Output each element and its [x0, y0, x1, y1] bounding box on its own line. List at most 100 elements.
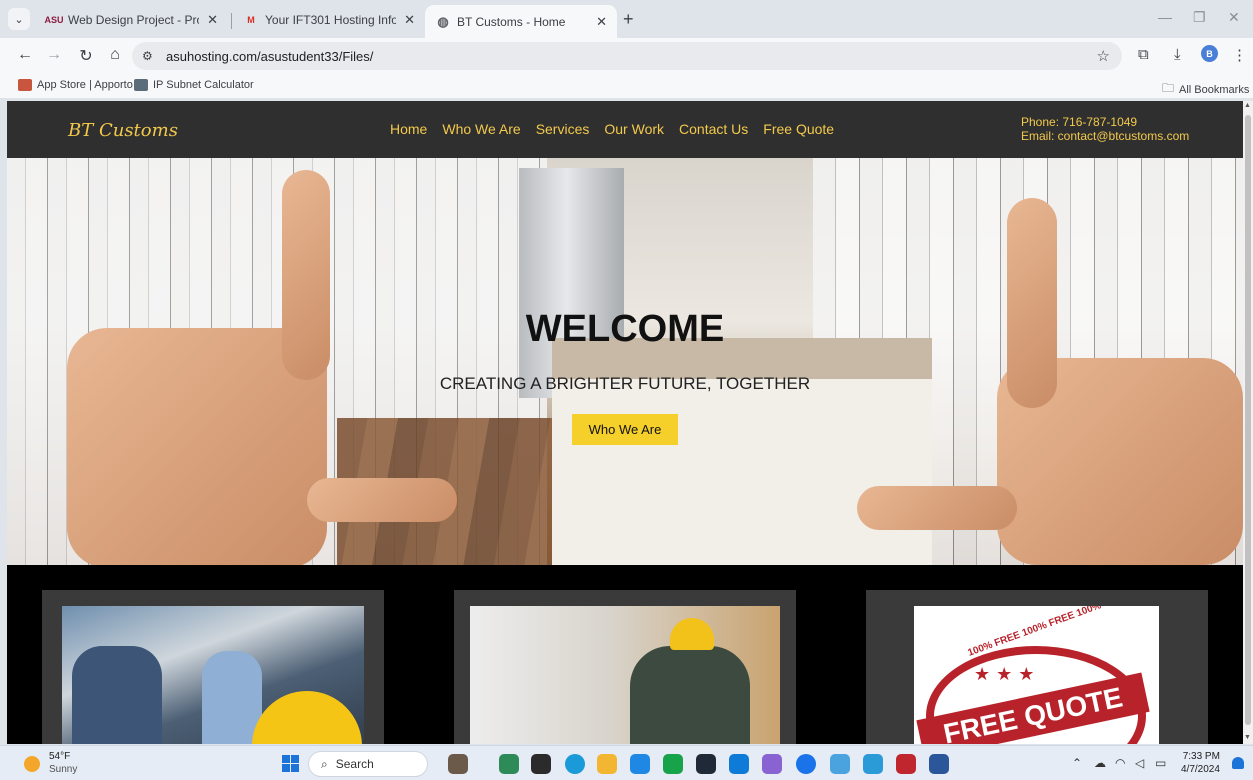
vmware-icon[interactable]: [696, 754, 716, 774]
all-bookmarks-button[interactable]: 🗀 All Bookmarks: [1162, 79, 1249, 100]
stamp-stars-icon: ★★★: [974, 664, 1041, 684]
minimize-icon[interactable]: —: [1158, 9, 1172, 25]
folder-icon: 🗀: [1162, 81, 1175, 95]
contact-info: Phone: 716-787-1049 Email: contact@btcus…: [1021, 115, 1189, 143]
profile-avatar[interactable]: B: [1201, 45, 1218, 62]
notification-bell-icon[interactable]: [1232, 757, 1244, 769]
app-icon-green[interactable]: [663, 754, 683, 774]
search-label: Search: [335, 757, 374, 771]
task-view-icon[interactable]: [531, 754, 551, 774]
edge-icon[interactable]: [565, 754, 585, 774]
scroll-up-icon[interactable]: ▲: [1244, 102, 1251, 109]
forward-arrow-icon[interactable]: →: [43, 46, 65, 64]
taskbar-search[interactable]: ⌕ Search: [308, 751, 428, 777]
scroll-thumb[interactable]: [1245, 115, 1251, 725]
nav-contact-us[interactable]: Contact Us: [679, 121, 748, 137]
page-scrollbar[interactable]: ▲ ▼: [1243, 101, 1253, 744]
contractor-handshake-image: [62, 606, 364, 744]
asu-favicon-icon: ASU: [44, 15, 64, 25]
hero-subtitle: CREATING A BRIGHTER FUTURE, TOGETHER: [439, 374, 811, 393]
bookmark-app-store[interactable]: App Store | Apporto: [18, 79, 133, 91]
who-we-are-button[interactable]: Who We Are: [572, 414, 678, 445]
calculator-icon: [134, 79, 148, 91]
nav-home[interactable]: Home: [390, 121, 427, 137]
volume-icon[interactable]: ◁: [1135, 756, 1144, 770]
battery-icon[interactable]: ▭: [1155, 756, 1166, 770]
service-card-2[interactable]: [454, 590, 796, 744]
window-close-icon[interactable]: ✕: [1228, 9, 1240, 26]
left-hand-thumb: [307, 478, 457, 522]
close-icon[interactable]: ✕: [207, 12, 218, 28]
menu-kebab-icon[interactable]: ⋮: [1232, 46, 1247, 64]
hard-hat-image: [252, 691, 362, 744]
network-tool-icon[interactable]: [830, 754, 850, 774]
filezilla-icon[interactable]: [896, 754, 916, 774]
chrome-icon[interactable]: [796, 754, 816, 774]
windows-start-icon[interactable]: [282, 755, 299, 772]
office-icon[interactable]: [630, 754, 650, 774]
download-icon[interactable]: ⤓: [1174, 46, 1181, 63]
wifi-icon[interactable]: ◠: [1115, 756, 1125, 770]
hero-title: WELCOME: [525, 308, 725, 350]
tab-title: Your IFT301 Hosting Informatio: [265, 13, 397, 27]
restore-icon[interactable]: ❐: [1193, 9, 1206, 26]
worker-figure: [72, 646, 162, 744]
weather-temp[interactable]: 54°F: [49, 751, 70, 762]
close-icon[interactable]: ✕: [596, 14, 607, 30]
site-info-icon[interactable]: ⚙: [142, 49, 160, 63]
nav-our-work[interactable]: Our Work: [604, 121, 664, 137]
phone-text: Phone: 716-787-1049: [1021, 115, 1138, 129]
bookmark-star-icon[interactable]: ☆: [1097, 47, 1110, 65]
reload-icon[interactable]: ↻: [75, 46, 97, 66]
chevron-up-icon[interactable]: ⌃: [1072, 756, 1082, 770]
word-icon[interactable]: [929, 754, 949, 774]
hard-hat-icon: [670, 618, 714, 650]
bookmark-label: IP Subnet Calculator: [153, 79, 254, 91]
client-figure: [202, 651, 262, 744]
tab-search-button[interactable]: ⌄: [8, 8, 30, 30]
site-nav: Home Who We Are Services Our Work Contac…: [390, 121, 834, 137]
nav-who-we-are[interactable]: Who We Are: [442, 121, 520, 137]
nav-free-quote[interactable]: Free Quote: [763, 121, 834, 137]
scroll-down-icon[interactable]: ▼: [1244, 734, 1251, 741]
gmail-favicon-icon: M: [247, 15, 255, 25]
paint-icon[interactable]: [863, 754, 883, 774]
store-app-icon[interactable]: [499, 754, 519, 774]
bookmark-label: App Store | Apporto: [37, 79, 133, 91]
email-text: Email: contact@btcustoms.com: [1021, 129, 1190, 143]
file-explorer-icon[interactable]: [597, 754, 617, 774]
site-header: BT Customs Home Who We Are Services Our …: [7, 101, 1243, 158]
tab-title: Web Design Project - Proje: [68, 13, 200, 27]
nav-services[interactable]: Services: [536, 121, 590, 137]
site-logo[interactable]: BT Customs: [68, 120, 178, 141]
right-hand-thumb: [857, 486, 1017, 530]
weather-condition[interactable]: Sunny: [49, 764, 77, 775]
cloud-icon[interactable]: ☁: [1094, 756, 1106, 770]
vscode-icon[interactable]: [729, 754, 749, 774]
bookmarks-bar: App Store | Apporto IP Subnet Calculator…: [0, 74, 1253, 98]
sun-icon[interactable]: [24, 756, 40, 772]
new-tab-plus-icon[interactable]: +: [623, 9, 634, 30]
clock-date: 4/7/2024: [1181, 764, 1220, 775]
system-clock[interactable]: 7:33 PM 4/7/2024: [1181, 750, 1220, 776]
free-quote-image: 100% FREE 100% FREE 100% ★★★ FREE QUOTE: [914, 606, 1159, 744]
contractor-figure: [630, 646, 750, 744]
extensions-icon[interactable]: ⧉: [1138, 46, 1149, 63]
tab-hosting-information[interactable]: M Your IFT301 Hosting Informatio ✕: [233, 5, 425, 35]
service-card-1[interactable]: [42, 590, 384, 744]
address-bar[interactable]: ⚙ ☆: [132, 42, 1122, 70]
service-card-3[interactable]: 100% FREE 100% FREE 100% ★★★ FREE QUOTE: [866, 590, 1208, 744]
tab-bt-customs-home[interactable]: ◍ BT Customs - Home ✕: [425, 5, 617, 38]
app-store-icon: [18, 79, 32, 91]
url-input[interactable]: [166, 48, 966, 64]
back-arrow-icon[interactable]: ←: [14, 46, 36, 64]
home-icon[interactable]: ⌂: [104, 46, 126, 64]
bookmark-ip-subnet[interactable]: IP Subnet Calculator: [134, 79, 254, 91]
browser-toolbar: ← → ↻ ⌂ ⚙ ☆ ⧉ ⤓ ⋮: [0, 38, 1253, 74]
tab-title: BT Customs - Home: [457, 14, 566, 29]
close-icon[interactable]: ✕: [404, 12, 415, 28]
tab-web-design-project[interactable]: ASU Web Design Project - Proje ✕: [36, 5, 228, 35]
visual-studio-icon[interactable]: [762, 754, 782, 774]
search-icon: ⌕: [321, 756, 328, 771]
copilot-avatar-icon[interactable]: [448, 754, 468, 774]
